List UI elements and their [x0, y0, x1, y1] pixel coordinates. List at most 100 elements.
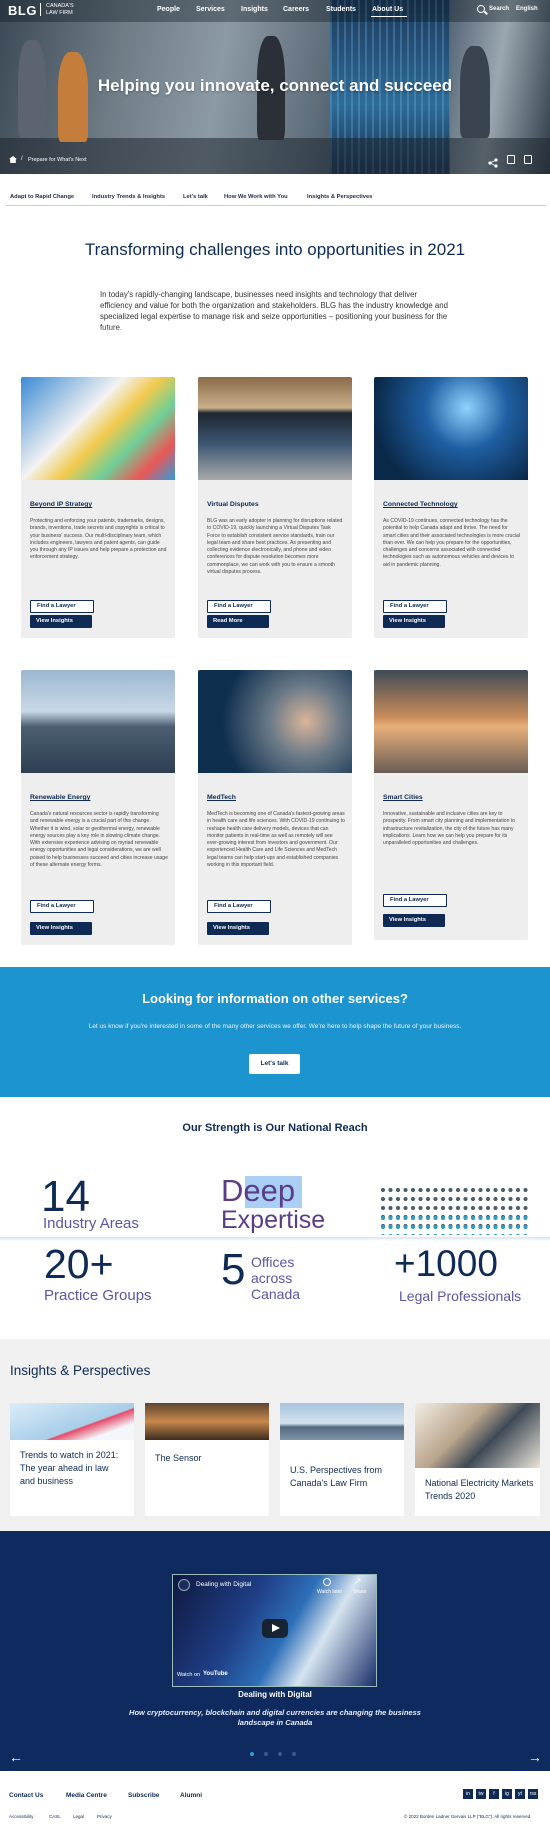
top-bar — [0, 0, 550, 22]
card-image — [21, 377, 175, 480]
intro-fade — [0, 327, 550, 341]
insight-card[interactable]: The Sensor — [145, 1403, 269, 1516]
read-more-button[interactable]: Read More — [207, 615, 269, 628]
stat-offices-number: 5 — [221, 1245, 246, 1294]
video-share-label[interactable]: Share — [353, 1589, 366, 1595]
stat-offices-label-3: Canada — [251, 1286, 301, 1302]
people-icons-highlight — [380, 1215, 530, 1235]
carousel-dot[interactable] — [292, 1752, 296, 1756]
footer-subscribe[interactable]: Subscribe — [128, 1792, 159, 1799]
view-insights-button[interactable]: View Insights — [383, 615, 445, 628]
search-link[interactable]: Search — [489, 6, 509, 12]
find-lawyer-button[interactable]: Find a Lawyer — [383, 600, 447, 613]
print-icon[interactable] — [524, 155, 532, 164]
video-title[interactable]: Dealing with Digital — [196, 1581, 251, 1588]
search-icon[interactable] — [477, 5, 485, 13]
card-ip-strategy: Beyond IP Strategy Protecting and enforc… — [21, 377, 175, 638]
nav-people[interactable]: People — [157, 6, 180, 13]
insight-title[interactable]: National Electricity Markets Trends 2020 — [425, 1477, 535, 1503]
view-insights-button[interactable]: View Insights — [207, 922, 269, 935]
share-icon[interactable] — [488, 155, 498, 168]
stat-expertise: Expertise — [221, 1206, 326, 1234]
card-title[interactable]: Renewable Energy — [30, 794, 90, 801]
hero-title: Helping you innovate, connect and succee… — [97, 76, 453, 95]
card-title[interactable]: Connected Technology — [383, 501, 458, 508]
view-insights-button[interactable]: View Insights — [383, 914, 445, 927]
carousel-dot[interactable] — [264, 1752, 268, 1756]
card-title[interactable]: MedTech — [207, 794, 236, 801]
card-body: As COVID-19 continues, connected technol… — [383, 518, 521, 568]
stat-industry-label: Industry Areas — [43, 1215, 139, 1232]
subnav-adapt[interactable]: Adapt to Rapid Change — [10, 194, 74, 200]
insight-image — [415, 1403, 540, 1468]
insights-heading: Insights & Perspectives — [10, 1363, 151, 1378]
carousel-dot[interactable] — [278, 1752, 282, 1756]
card-title[interactable]: Beyond IP Strategy — [30, 501, 92, 508]
insight-title[interactable]: The Sensor — [155, 1452, 259, 1465]
stat-deep: Deep — [221, 1173, 296, 1208]
view-insights-button[interactable]: View Insights — [30, 922, 92, 935]
twitter-icon[interactable]: tw — [476, 1789, 486, 1799]
insight-card[interactable]: U.S. Perspectives from Canada's Law Firm — [280, 1403, 404, 1516]
card-title[interactable]: Smart Cities — [383, 794, 423, 801]
insight-title[interactable]: Trends to watch in 2021: The year ahead … — [20, 1449, 124, 1488]
facebook-icon[interactable]: f — [489, 1789, 499, 1799]
play-icon[interactable] — [262, 1619, 288, 1638]
footer-contact-us[interactable]: Contact Us — [9, 1792, 43, 1799]
card-renewable-energy: Renewable Energy Canada's natural resour… — [21, 670, 175, 945]
nav-insights[interactable]: Insights — [241, 6, 268, 13]
watch-later-label[interactable]: Watch later — [317, 1589, 342, 1595]
subnav-insights[interactable]: Insights & Perspectives — [307, 194, 372, 200]
language-toggle[interactable]: English — [516, 6, 538, 12]
nav-about-us[interactable]: About Us — [372, 6, 403, 13]
channel-avatar[interactable] — [178, 1579, 190, 1591]
strength-title: Our Strength is Our National Reach — [182, 1122, 368, 1134]
logo-tagline: CANADA'S LAW FIRM — [40, 3, 80, 16]
footer-legal[interactable]: Legal — [73, 1814, 84, 1819]
footer-privacy[interactable]: Privacy — [97, 1814, 112, 1819]
document-icon[interactable] — [507, 155, 515, 164]
subnav-divider — [6, 205, 546, 206]
carousel-dot-active[interactable] — [250, 1752, 254, 1756]
lets-talk-button[interactable]: Let's talk — [249, 1054, 300, 1074]
find-lawyer-button[interactable]: Find a Lawyer — [207, 900, 271, 913]
video-caption: Dealing with Digital — [238, 1690, 312, 1699]
youtube-icon[interactable]: yt — [515, 1789, 525, 1799]
youtube-logo[interactable]: YouTube — [203, 1671, 228, 1677]
insight-card[interactable]: National Electricity Markets Trends 2020 — [415, 1403, 540, 1516]
watch-on-label[interactable]: Watch on — [177, 1672, 200, 1678]
carousel-prev-icon[interactable]: ← — [9, 1749, 23, 1765]
footer-media-centre[interactable]: Media Centre — [66, 1792, 107, 1799]
insight-title[interactable]: U.S. Perspectives from Canada's Law Firm — [290, 1464, 400, 1490]
logo[interactable]: BLG — [8, 3, 37, 18]
footer-casl[interactable]: CASL — [49, 1814, 61, 1819]
subnav-industry-trends[interactable]: Industry Trends & Insights — [92, 194, 165, 200]
nav-students[interactable]: Students — [326, 6, 356, 13]
view-insights-button[interactable]: View Insights — [30, 615, 92, 628]
carousel-next-icon[interactable]: → — [528, 1749, 542, 1765]
card-body: Protecting and enforcing your patents, t… — [30, 518, 167, 561]
card-title: Virtual Disputes — [207, 501, 259, 508]
stat-practice-label: Practice Groups — [44, 1287, 152, 1304]
insight-image — [280, 1403, 404, 1440]
nav-careers[interactable]: Careers — [283, 6, 309, 13]
subnav-how-we-work[interactable]: How We Work with You — [224, 194, 288, 200]
insight-card[interactable]: Trends to watch in 2021: The year ahead … — [10, 1403, 134, 1516]
find-lawyer-button[interactable]: Find a Lawyer — [207, 600, 271, 613]
subnav-lets-talk[interactable]: Let's talk — [183, 194, 208, 200]
find-lawyer-button[interactable]: Find a Lawyer — [383, 894, 447, 907]
linkedin-icon[interactable]: in — [463, 1789, 473, 1799]
clock-icon[interactable] — [323, 1578, 331, 1586]
nav-services[interactable]: Services — [196, 6, 225, 13]
instagram-icon[interactable]: ig — [502, 1789, 512, 1799]
card-virtual-disputes: Virtual Disputes BLG was an early adopte… — [198, 377, 352, 638]
stat-professionals-number: +1000 — [394, 1243, 498, 1284]
find-lawyer-button[interactable]: Find a Lawyer — [30, 600, 94, 613]
footer-alumni[interactable]: Alumni — [180, 1792, 202, 1799]
find-lawyer-button[interactable]: Find a Lawyer — [30, 900, 94, 913]
share-arrow-icon[interactable]: ↗ — [354, 1576, 362, 1587]
other-services-text: Let us know if you're interested in some… — [88, 1023, 462, 1030]
footer-accessibility[interactable]: Accessibility — [9, 1814, 34, 1819]
rss-icon[interactable]: rss — [528, 1789, 538, 1799]
stat-offices-label-1: Offices — [251, 1254, 295, 1270]
